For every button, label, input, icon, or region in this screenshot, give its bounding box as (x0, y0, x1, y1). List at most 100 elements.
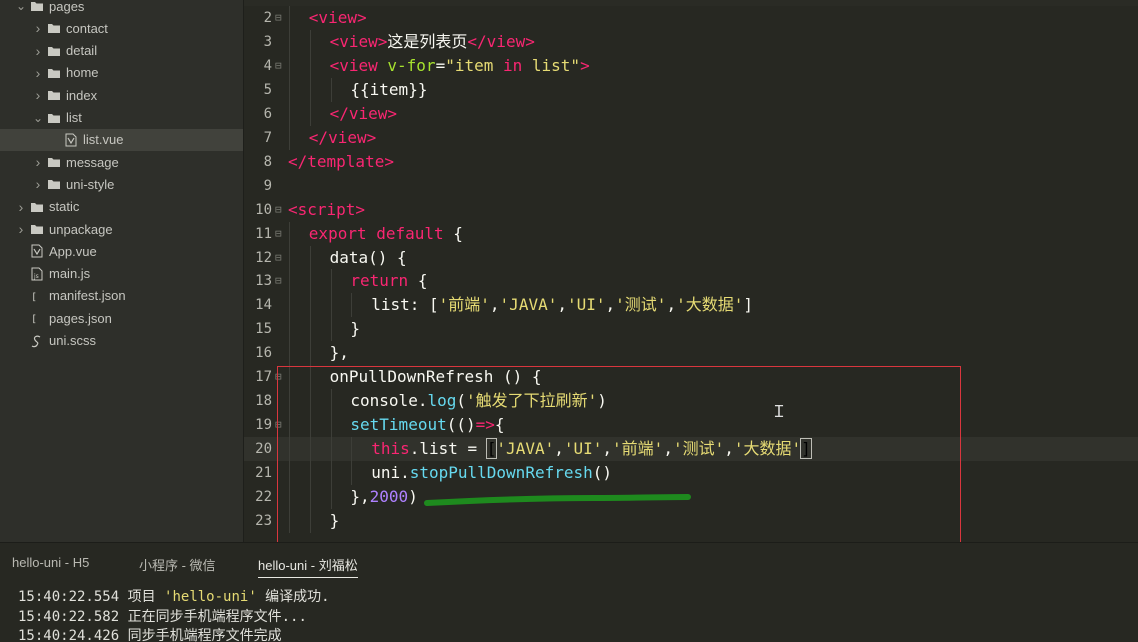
svg-text:[ ]: [ ] (31, 314, 44, 325)
code-token: > (580, 55, 590, 75)
fold-toggle-icon[interactable]: ⊟ (275, 6, 287, 30)
code-line[interactable]: 12 ⊟ data() { (244, 245, 1138, 270)
code-text: <view> (309, 6, 367, 30)
tree-item-manifest-json[interactable]: [ ] manifest.json (0, 285, 243, 307)
indent-guide (289, 485, 290, 509)
code-line[interactable]: 18 console.log('触发了下拉刷新') (244, 389, 1138, 414)
chevron-right-icon[interactable]: › (14, 199, 28, 215)
line-number: 23 (255, 512, 272, 529)
tree-item-app-vue[interactable]: App.vue (0, 240, 243, 262)
folder-icon (28, 0, 46, 12)
code-line[interactable]: 8 </template> (244, 150, 1138, 174)
code-line[interactable]: 6 </view> (244, 101, 1138, 126)
line-number: 20 (255, 441, 272, 458)
code-line[interactable]: 15} (244, 317, 1138, 342)
console-tab[interactable]: hello-uni - H5 (12, 555, 89, 570)
fold-toggle-icon[interactable]: ⊟ (275, 222, 287, 246)
code-line[interactable]: 13 ⊟ return { (244, 269, 1138, 294)
chevron-right-icon[interactable]: › (14, 221, 28, 237)
tree-item-main-js[interactable]: js main.js (0, 263, 243, 285)
indent-guide (289, 221, 290, 246)
code-line[interactable]: 19 ⊟ setTimeout(()=>{ (244, 413, 1138, 438)
code-token: </template> (288, 151, 394, 171)
code-editor[interactable]: 2 ⊟ <view> 3 <view>这是列表页</view> 4 ⊟ <view v-for… (244, 0, 1138, 542)
chevron-right-icon[interactable]: › (31, 87, 45, 103)
code-line[interactable]: 7 </view> (244, 125, 1138, 150)
tree-item-detail[interactable]: › detail (0, 40, 243, 62)
fold-toggle-icon[interactable]: ⊟ (275, 54, 287, 78)
line-number: 8 (263, 153, 272, 170)
code-line[interactable]: 14 list: ['前端','JAVA','UI','测试','大数据'] (244, 293, 1138, 318)
code-line[interactable]: 21 uni.stopPullDownRefresh() (244, 461, 1138, 486)
chevron-right-icon[interactable]: › (31, 43, 45, 59)
tree-item-pages-json[interactable]: [ ] pages.json (0, 307, 243, 329)
fold-toggle-icon[interactable]: ⊟ (275, 246, 287, 270)
chevron-right-icon[interactable]: › (31, 154, 45, 170)
indent-guide (309, 508, 311, 533)
code-line[interactable]: 22},2000) (244, 485, 1138, 509)
code-token: onPullDownRefresh () { (329, 367, 542, 387)
code-line[interactable]: 9 (244, 174, 1138, 198)
indent-guide (289, 6, 290, 30)
code-token: <view> (308, 8, 367, 27)
indent-guide (289, 341, 290, 366)
indent-guide (309, 245, 311, 270)
fold-toggle-icon[interactable]: ⊟ (275, 413, 287, 437)
code-token: {{item}} (350, 79, 428, 99)
tree-item-unpackage[interactable]: › unpackage (0, 218, 243, 240)
indent-guide (309, 413, 311, 438)
fold-toggle-icon[interactable]: ⊟ (275, 365, 287, 389)
chevron-right-icon[interactable]: › (31, 65, 45, 81)
indent-guide (330, 461, 332, 486)
indent-guide (309, 461, 311, 486)
code-line[interactable]: 5 {{item}} (244, 77, 1138, 102)
code-line[interactable]: 17 ⊟ onPullDownRefresh () { (244, 365, 1138, 390)
indent-guide (289, 413, 290, 438)
indent-guide (351, 293, 353, 318)
code-line[interactable]: 2 ⊟ <view> (244, 6, 1138, 30)
vue-file-icon (28, 244, 46, 258)
tree-item-label: home (66, 65, 99, 81)
console-tab[interactable]: 小程序 - 微信 (139, 555, 216, 574)
line-number: 5 (263, 81, 272, 98)
code-token: 'JAVA' (499, 295, 558, 315)
code-token: </view> (467, 31, 535, 51)
indent-guide (330, 269, 332, 294)
indent-guide (309, 77, 311, 102)
tree-item-contact[interactable]: › contact (0, 17, 243, 39)
chevron-down-icon[interactable]: ⌄ (14, 0, 28, 13)
fold-toggle-icon[interactable]: ⊟ (275, 269, 287, 293)
code-line[interactable]: 4 ⊟ <view v-for="item in list"> (244, 53, 1138, 78)
fold-toggle-icon[interactable]: ⊟ (275, 198, 287, 222)
tree-item-message[interactable]: › message (0, 151, 243, 173)
code-line[interactable]: 23} (244, 508, 1138, 533)
code-line[interactable]: 20 this.list = ['JAVA','UI','前端','测试','大数… (244, 437, 1138, 462)
console-tab[interactable]: hello-uni - 刘福松 (258, 555, 358, 578)
code-line[interactable]: 16}, (244, 341, 1138, 366)
tree-item-label: manifest.json (49, 288, 126, 304)
code-text: return { (350, 269, 427, 293)
code-token: { (453, 223, 463, 243)
tree-item-list-vue[interactable]: list.vue (0, 128, 243, 151)
code-token: 2000 (369, 487, 409, 506)
tree-item-uni-scss[interactable]: uni.scss (0, 330, 243, 352)
chevron-right-icon[interactable]: › (31, 20, 45, 36)
indent-guide (330, 317, 332, 342)
tree-item-uni-style[interactable]: › uni-style (0, 173, 243, 195)
code-token: , (666, 295, 677, 315)
tree-item-static[interactable]: › static (0, 196, 243, 218)
code-line[interactable]: 3 <view>这是列表页</view> (244, 29, 1138, 54)
code-token: '触发了下拉刷新' (466, 391, 598, 411)
chevron-right-icon[interactable]: › (31, 176, 45, 192)
tree-item-home[interactable]: › home (0, 62, 243, 84)
code-text: list: ['前端','JAVA','UI','测试','大数据'] (371, 293, 753, 317)
chevron-down-icon[interactable]: ⌄ (31, 111, 45, 125)
tree-item-pages[interactable]: ⌄ pages (0, 0, 243, 17)
vue-file-icon (62, 133, 80, 147)
tree-item-list[interactable]: ⌄ list (0, 107, 243, 129)
indent-guide (330, 485, 332, 509)
code-line[interactable]: 10 ⊟ <script> (244, 198, 1138, 222)
code-line[interactable]: 11 ⊟ export default { (244, 221, 1138, 246)
tree-item-index[interactable]: › index (0, 84, 243, 106)
code-token: stopPullDownRefresh (409, 463, 593, 483)
